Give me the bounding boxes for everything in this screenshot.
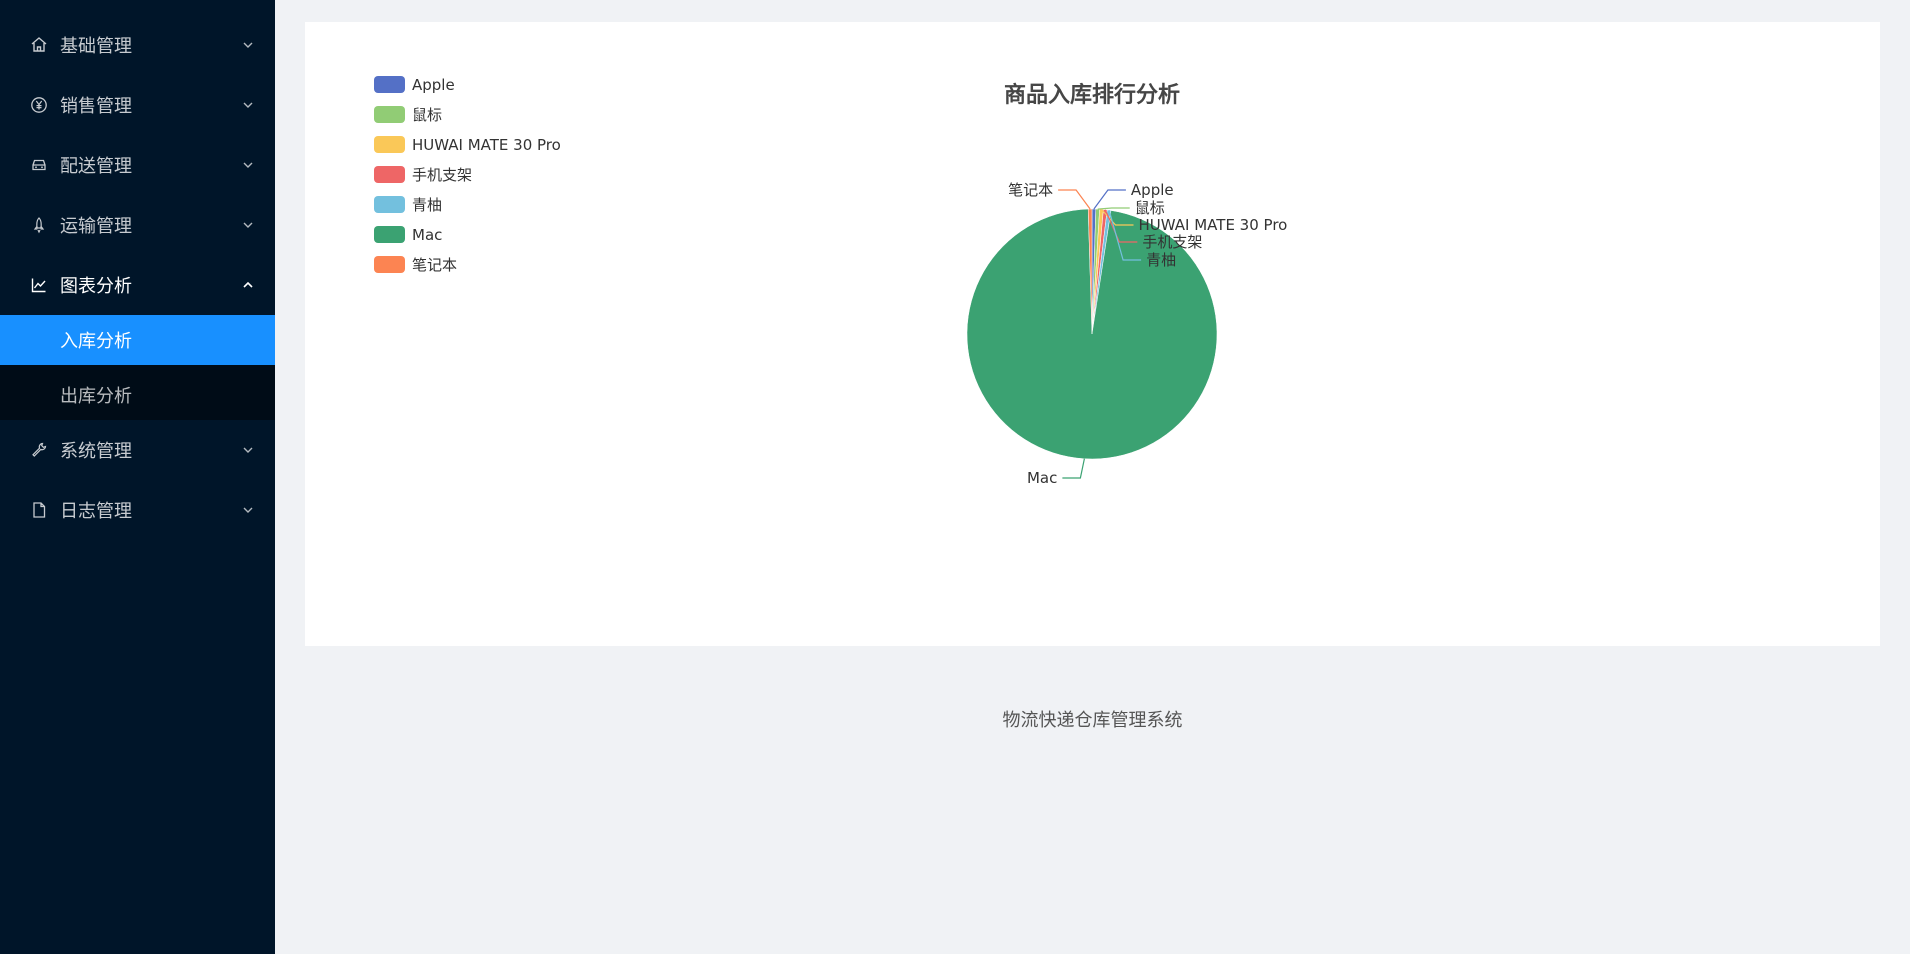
menu-basic-management[interactable]: 基础管理 bbox=[0, 15, 275, 75]
menu-log-management[interactable]: 日志管理 bbox=[0, 480, 275, 540]
yen-icon bbox=[30, 96, 48, 114]
chevron-down-icon bbox=[243, 505, 253, 515]
submenu-label: 入库分析 bbox=[60, 331, 132, 352]
chevron-down-icon bbox=[243, 100, 253, 110]
chevron-down-icon bbox=[243, 160, 253, 170]
chevron-down-icon bbox=[243, 445, 253, 455]
file-icon bbox=[30, 501, 48, 519]
chart-title: 商品入库排行分析 bbox=[1004, 82, 1180, 108]
menu-label: 基础管理 bbox=[60, 36, 132, 57]
chevron-down-icon bbox=[243, 40, 253, 50]
menu-label: 系统管理 bbox=[60, 441, 132, 462]
menu-label: 运输管理 bbox=[60, 216, 132, 237]
menu-label: 配送管理 bbox=[60, 156, 132, 177]
legend-label[interactable]: HUWAI MATE 30 Pro bbox=[412, 136, 561, 154]
slice-label: HUWAI MATE 30 Pro bbox=[1139, 216, 1288, 234]
rocket-icon bbox=[30, 216, 48, 234]
wrench-icon bbox=[30, 441, 48, 459]
legend-swatch[interactable] bbox=[374, 166, 405, 183]
slice-label: 手机支架 bbox=[1142, 233, 1202, 251]
legend-label[interactable]: 鼠标 bbox=[412, 106, 442, 124]
legend-swatch[interactable] bbox=[374, 106, 405, 123]
menu-label: 日志管理 bbox=[60, 501, 132, 522]
legend-swatch[interactable] bbox=[374, 226, 405, 243]
legend-swatch[interactable] bbox=[374, 76, 405, 93]
main-content: Apple 鼠标 HUWAI MATE 30 Pro 手机支架 青柚 Mac 笔记本 商品入… bbox=[275, 0, 1910, 954]
footer-text: 物流快递仓库管理系统 bbox=[1002, 710, 1183, 731]
line-chart-icon bbox=[30, 276, 48, 294]
label-leader-line bbox=[1093, 189, 1126, 210]
legend-label[interactable]: 青柚 bbox=[412, 196, 442, 214]
chart-legend: Apple 鼠标 HUWAI MATE 30 Pro 手机支架青柚 Mac 笔记本 bbox=[374, 76, 561, 274]
menu-transport-management[interactable]: 运输管理 bbox=[0, 195, 275, 255]
menu-sales-management[interactable]: 销售管理 bbox=[0, 75, 275, 135]
legend-label[interactable]: 笔记本 bbox=[412, 256, 457, 274]
legend-swatch[interactable] bbox=[374, 256, 405, 273]
submenu-chart-analysis: 入库分析 出库分析 bbox=[0, 315, 275, 420]
sidebar: 基础管理 销售管理 配送管理 运输管理 图表分析 入库分析 出库分析 系统管理 … bbox=[0, 0, 275, 954]
chevron-up-icon bbox=[243, 280, 253, 290]
menu-system-management[interactable]: 系统管理 bbox=[0, 420, 275, 480]
chevron-down-icon bbox=[243, 220, 253, 230]
legend-swatch[interactable] bbox=[374, 196, 405, 213]
app-root: 基础管理 销售管理 配送管理 运输管理 图表分析 入库分析 出库分析 系统管理 … bbox=[0, 0, 1910, 954]
label-leader-line bbox=[1062, 458, 1085, 479]
menu-chart-analysis[interactable]: 图表分析 bbox=[0, 255, 275, 315]
slice-label: Mac bbox=[1027, 469, 1057, 487]
submenu-item-inbound-analysis[interactable]: 入库分析 bbox=[0, 315, 275, 365]
legend-swatch[interactable] bbox=[374, 136, 405, 153]
submenu-item-outbound-analysis[interactable]: 出库分析 bbox=[0, 370, 275, 420]
car-icon bbox=[30, 156, 48, 174]
label-leader-line bbox=[1058, 189, 1091, 210]
legend-label[interactable]: 手机支架 bbox=[412, 166, 472, 184]
menu-label: 销售管理 bbox=[60, 96, 132, 117]
home-icon bbox=[30, 36, 48, 54]
pie-chart: Apple鼠标HUWAI MATE 30 Pro手机支架青柚Mac笔记本 商品入… bbox=[374, 76, 1288, 487]
chart-card: Apple 鼠标 HUWAI MATE 30 Pro 手机支架 青柚 Mac 笔记本 商品入… bbox=[305, 22, 1880, 646]
menu-label: 图表分析 bbox=[60, 276, 132, 297]
slice-label: 笔记本 bbox=[1008, 181, 1053, 199]
slice-label: 鼠标 bbox=[1135, 199, 1165, 217]
slice-label: 青柚 bbox=[1146, 251, 1176, 269]
slice-label: Apple bbox=[1131, 181, 1174, 199]
legend-label[interactable]: Apple bbox=[412, 76, 455, 94]
label-leader-line bbox=[1097, 207, 1130, 210]
legend-label[interactable]: Mac bbox=[412, 226, 442, 244]
menu-delivery-management[interactable]: 配送管理 bbox=[0, 135, 275, 195]
submenu-label: 出库分析 bbox=[60, 386, 132, 407]
